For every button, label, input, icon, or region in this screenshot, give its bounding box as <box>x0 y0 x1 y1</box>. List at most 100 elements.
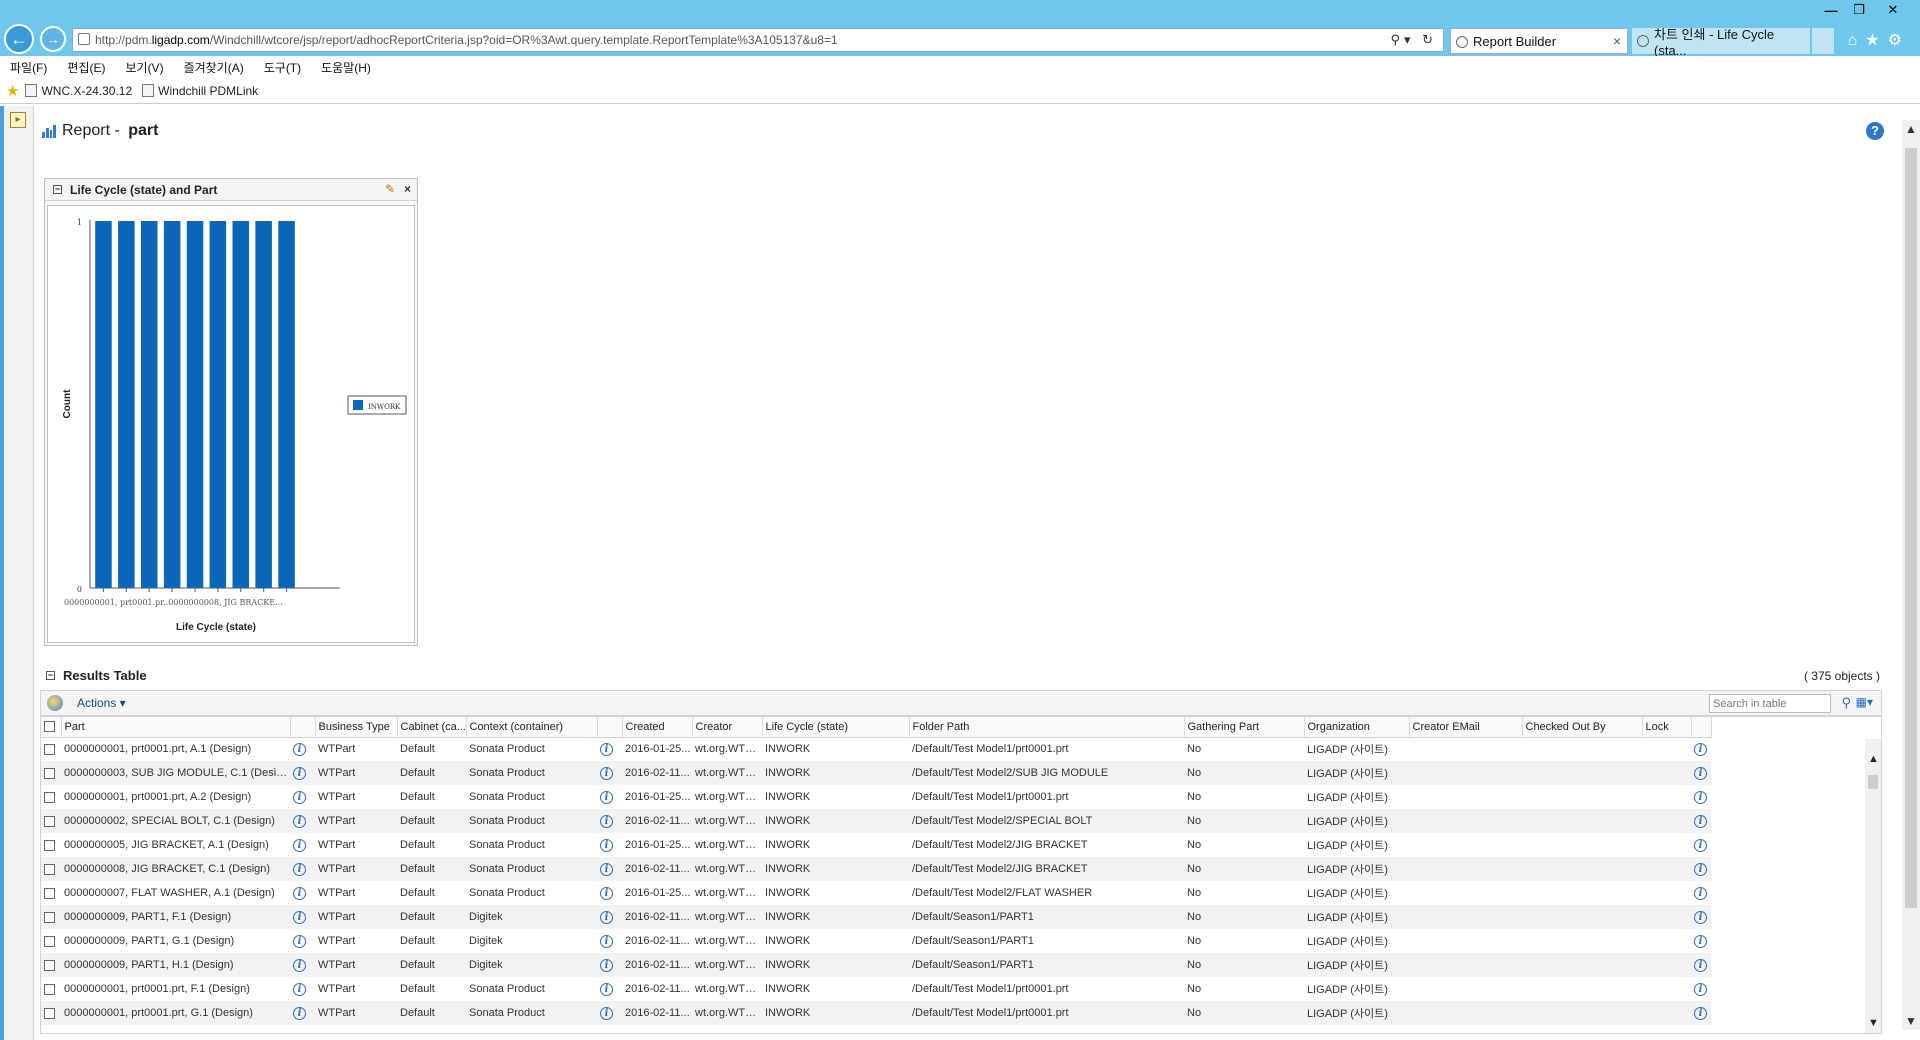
info-icon[interactable]: i <box>600 814 613 828</box>
table-row[interactable]: 0000000009, PART1, F.1 (Design) i WTPart De… <box>41 905 1711 929</box>
info-cell[interactable]: i <box>1691 785 1711 809</box>
column-header[interactable]: Folder Path <box>909 717 1185 738</box>
info-cell[interactable]: i <box>1691 761 1711 785</box>
info-icon[interactable]: i <box>600 958 613 972</box>
favorite-windchill[interactable]: Windchill PDMLink <box>142 84 258 98</box>
info-icon[interactable]: i <box>600 862 613 876</box>
info-icon[interactable]: i <box>1694 742 1707 756</box>
tab-report-builder[interactable]: Report Builder × <box>1450 28 1628 54</box>
info-cell[interactable]: i <box>290 737 315 761</box>
collapse-icon[interactable]: − <box>53 185 62 194</box>
info-cell[interactable]: i <box>1691 857 1711 881</box>
table-scrollbar[interactable]: ▲ ▼ <box>1865 739 1881 1033</box>
row-select-cell[interactable] <box>41 1001 61 1025</box>
row-select-cell[interactable] <box>41 977 61 1001</box>
table-cell-part[interactable]: 0000000002, SPECIAL BOLT, C.1 (Design) <box>61 809 290 833</box>
info-cell[interactable]: i <box>597 977 622 1001</box>
table-row[interactable]: 0000000005, JIG BRACKET, A.1 (Design) i WT… <box>41 833 1711 857</box>
info-cell[interactable]: i <box>597 881 622 905</box>
info-cell[interactable]: i <box>597 953 622 977</box>
table-row[interactable]: 0000000001, prt0001.prt, A.2 (Design) i WT… <box>41 785 1711 809</box>
info-icon[interactable]: i <box>600 790 613 804</box>
row-checkbox[interactable] <box>44 767 55 779</box>
row-checkbox[interactable] <box>44 863 55 875</box>
row-checkbox[interactable] <box>44 911 55 923</box>
info-cell[interactable]: i <box>290 809 315 833</box>
column-header[interactable]: Checked Out By <box>1522 717 1643 738</box>
table-row[interactable]: 0000000001, prt0001.prt, G.1 (Design) i WT… <box>41 1001 1711 1025</box>
table-search-input[interactable] <box>1709 694 1831 713</box>
info-icon[interactable]: i <box>293 958 306 972</box>
info-icon[interactable]: i <box>600 1006 613 1020</box>
actions-menu[interactable]: Actions ▾ <box>77 696 126 710</box>
select-all-header[interactable] <box>41 717 62 738</box>
address-bar[interactable]: http://pdm. ligadp.com/Windchill/wtcore/j… <box>72 28 1444 52</box>
row-checkbox[interactable] <box>44 887 55 899</box>
table-cell-part[interactable]: 0000000001, prt0001.prt, G.1 (Design) <box>61 1001 290 1025</box>
menu-help[interactable]: 도움말(H) <box>321 59 371 76</box>
table-row[interactable]: 0000000001, prt0001.prt, F.1 (Design) i WT… <box>41 977 1711 1001</box>
info-icon[interactable]: i <box>293 1006 306 1020</box>
select-all-checkbox[interactable] <box>44 721 55 733</box>
info-icon[interactable]: i <box>1694 982 1707 996</box>
view-options-icon[interactable]: ▦▾ <box>1856 695 1873 709</box>
info-cell[interactable]: i <box>597 1001 622 1025</box>
menu-edit[interactable]: 편집(E) <box>67 59 105 76</box>
info-cell[interactable]: i <box>597 809 622 833</box>
page-scrollbar[interactable]: ▲ ▼ <box>1902 120 1920 1030</box>
info-cell[interactable]: i <box>597 761 622 785</box>
info-icon[interactable]: i <box>293 838 306 852</box>
column-header[interactable]: Business Type <box>315 717 398 738</box>
column-header[interactable]: Organization <box>1304 717 1410 738</box>
info-icon[interactable]: i <box>293 910 306 924</box>
scroll-thumb[interactable] <box>1868 775 1878 789</box>
search-icon[interactable]: ⚲ <box>1841 695 1851 711</box>
row-checkbox[interactable] <box>44 1007 55 1019</box>
column-header[interactable]: Part <box>61 717 291 738</box>
info-icon[interactable]: i <box>1694 886 1707 900</box>
info-cell[interactable]: i <box>1691 881 1711 905</box>
info-icon[interactable]: i <box>1694 814 1707 828</box>
info-cell[interactable]: i <box>1691 833 1711 857</box>
address-controls[interactable]: ⚲▾ ↻ <box>1390 32 1437 48</box>
row-select-cell[interactable] <box>41 785 61 809</box>
column-header[interactable] <box>1691 717 1712 738</box>
favorite-wnc[interactable]: WNC.X-24.30.12 <box>25 84 132 98</box>
tab-chart-print[interactable]: 차트 인쇄 - Life Cycle (sta... <box>1632 27 1810 58</box>
info-icon[interactable]: i <box>293 982 306 996</box>
column-header[interactable]: Lock <box>1642 717 1692 738</box>
column-header[interactable] <box>597 717 623 738</box>
info-cell[interactable]: i <box>1691 977 1711 1001</box>
row-checkbox[interactable] <box>44 983 55 995</box>
close-icon[interactable]: × <box>404 182 411 196</box>
row-checkbox[interactable] <box>44 791 55 803</box>
table-cell-part[interactable]: 0000000003, SUB JIG MODULE, C.1 (Design) <box>61 761 290 785</box>
scroll-down-icon[interactable]: ▼ <box>1868 1017 1879 1029</box>
column-header[interactable]: Creator <box>692 717 763 738</box>
info-cell[interactable]: i <box>1691 905 1711 929</box>
row-select-cell[interactable] <box>41 737 61 761</box>
help-icon[interactable]: ? <box>1866 122 1884 140</box>
table-cell-part[interactable]: 0000000008, JIG BRACKET, C.1 (Design) <box>61 857 290 881</box>
info-cell[interactable]: i <box>1691 737 1711 761</box>
info-cell[interactable]: i <box>1691 953 1711 977</box>
info-cell[interactable]: i <box>290 905 315 929</box>
info-icon[interactable]: i <box>600 982 613 996</box>
info-icon[interactable]: i <box>600 910 613 924</box>
table-row[interactable]: 0000000009, PART1, G.1 (Design) i WTPart De… <box>41 929 1711 953</box>
info-cell[interactable]: i <box>1691 809 1711 833</box>
info-icon[interactable]: i <box>1694 910 1707 924</box>
info-cell[interactable]: i <box>597 929 622 953</box>
info-cell[interactable]: i <box>290 761 315 785</box>
info-icon[interactable]: i <box>600 766 613 780</box>
table-row[interactable]: 0000000003, SUB JIG MODULE, C.1 (Design)… <box>41 761 1711 785</box>
info-cell[interactable]: i <box>597 905 622 929</box>
row-checkbox[interactable] <box>44 959 55 971</box>
column-header[interactable]: Life Cycle (state) <box>762 717 910 738</box>
info-icon[interactable]: i <box>293 934 306 948</box>
info-icon[interactable]: i <box>1694 1006 1707 1020</box>
table-cell-part[interactable]: 0000000001, prt0001.prt, F.1 (Design) <box>61 977 290 1001</box>
close-window-button[interactable]: ✕ <box>1880 0 1906 20</box>
favorites-star-icon[interactable]: ★ <box>6 82 19 100</box>
menu-file[interactable]: 파일(F) <box>10 59 47 76</box>
